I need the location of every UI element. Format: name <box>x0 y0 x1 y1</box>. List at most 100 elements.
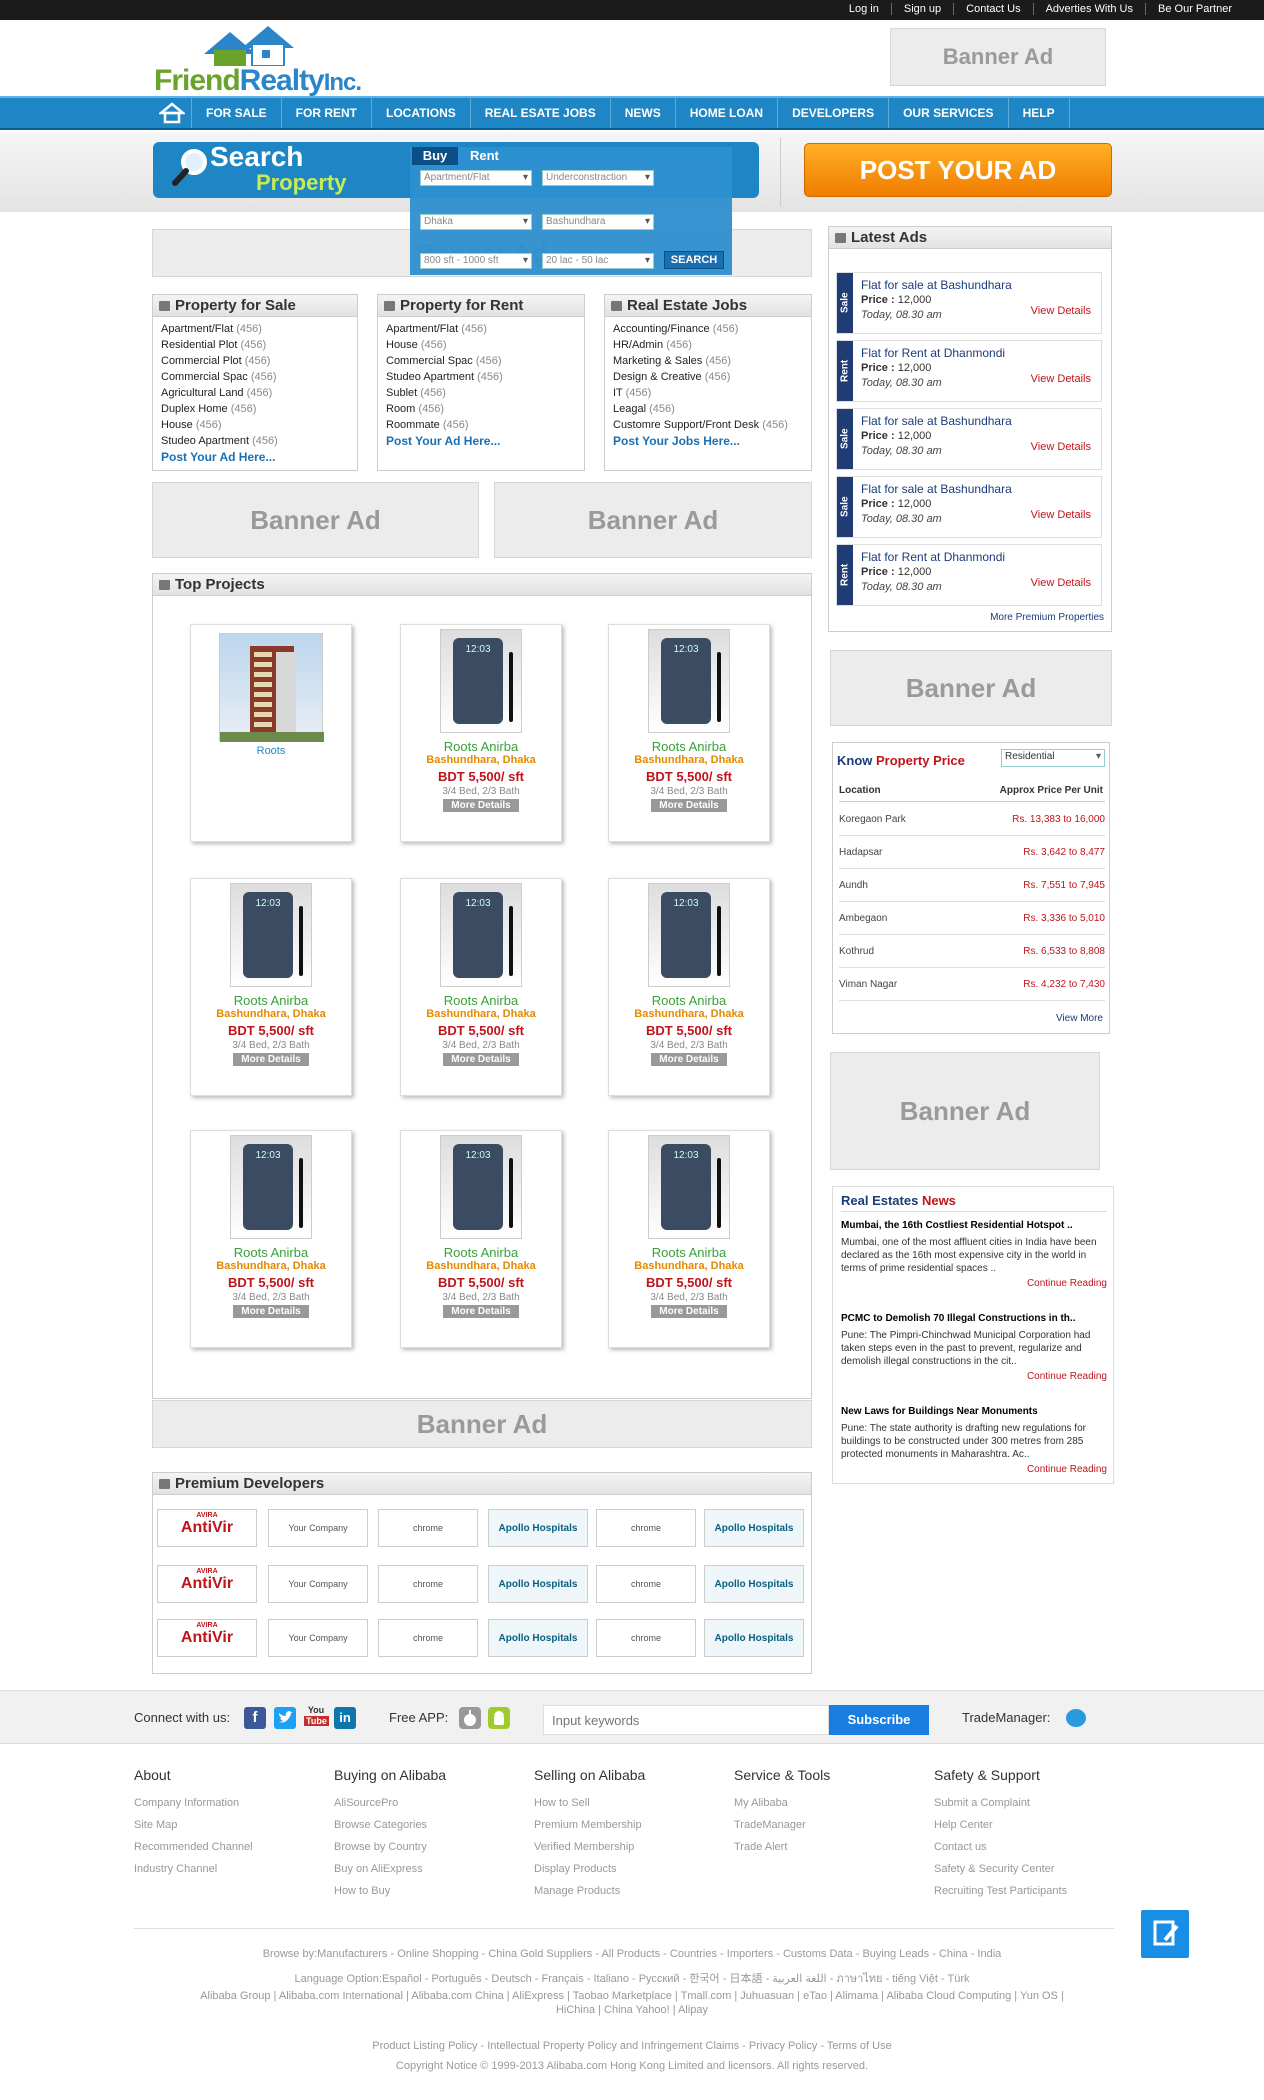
view-details-link[interactable]: View Details <box>1031 441 1091 453</box>
project-card[interactable]: 12:03 Roots Anirba Bashundhara, Dhaka BDT 5… <box>608 878 770 1096</box>
your-company-logo[interactable]: Your Company <box>268 1565 368 1603</box>
more-details-button[interactable]: More Details <box>651 1053 727 1066</box>
your-company-logo[interactable]: Your Company <box>268 1509 368 1547</box>
jobs-category-name[interactable]: IT <box>613 387 623 399</box>
header-banner-ad[interactable]: Banner Ad <box>890 28 1106 86</box>
jobs-category-name[interactable]: HR/Admin <box>613 339 663 351</box>
phone-image[interactable]: 12:03 <box>648 629 730 733</box>
rent-category-name[interactable]: Room <box>386 403 415 415</box>
project-card[interactable]: 12:03 Roots Anirba Bashundhara, Dhaka BDT 5… <box>190 1130 352 1348</box>
antivir-logo[interactable]: AVIRA AntiVir <box>157 1509 257 1547</box>
nav-help[interactable]: HELP <box>1009 98 1070 128</box>
footer-link[interactable]: Browse Categories <box>334 1814 446 1836</box>
post-your-ad-button[interactable]: POST YOUR AD <box>804 143 1112 197</box>
status-select[interactable]: Underconstraction <box>542 170 654 186</box>
project-name[interactable]: Roots Anirba <box>401 739 561 754</box>
sale-category-name[interactable]: Agricultural Land <box>161 387 244 399</box>
footer-link[interactable]: Manage Products <box>534 1880 645 1902</box>
nav-news[interactable]: NEWS <box>611 98 676 128</box>
project-name[interactable]: Roots Anirba <box>191 1245 351 1260</box>
footer-link[interactable]: Browse by Country <box>334 1836 446 1858</box>
group-links-2[interactable]: HiChina | China Yahoo! | Alipay <box>0 2004 1264 2016</box>
browse-links[interactable]: Browse by:Manufacturers - Online Shoppin… <box>0 1948 1264 1960</box>
sale-category-item[interactable]: Apartment/Flat (456) <box>161 321 349 337</box>
footer-link[interactable]: Trade Alert <box>734 1836 830 1858</box>
jobs-category-item[interactable]: Accounting/Finance (456) <box>613 321 803 337</box>
apollo-hospitals-logo[interactable]: Apollo Hospitals <box>488 1619 588 1657</box>
project-name[interactable]: Roots Anirba <box>401 993 561 1008</box>
chrome-logo[interactable]: chrome <box>596 1619 696 1657</box>
footer-link[interactable]: Verified Membership <box>534 1836 645 1858</box>
sale-post-link[interactable]: Post Your Ad Here... <box>161 449 349 465</box>
site-logo[interactable]: FriendRealtyInc. <box>152 26 382 97</box>
login-link[interactable]: Log in <box>837 3 891 15</box>
nav-locations[interactable]: LOCATIONS <box>372 98 471 128</box>
facebook-icon[interactable]: f <box>244 1707 266 1729</box>
apple-icon[interactable] <box>459 1707 481 1729</box>
bottom-banner-ad[interactable]: Banner Ad <box>152 1400 812 1448</box>
jobs-category-item[interactable]: Design & Creative (456) <box>613 369 803 385</box>
footer-link[interactable]: How to Buy <box>334 1880 446 1902</box>
nav-for-rent[interactable]: FOR RENT <box>282 98 373 128</box>
sale-category-item[interactable]: Commercial Plot (456) <box>161 353 349 369</box>
sale-category-name[interactable]: Duplex Home <box>161 403 228 415</box>
rent-post-link[interactable]: Post Your Ad Here... <box>386 433 576 449</box>
apollo-hospitals-logo[interactable]: Apollo Hospitals <box>488 1509 588 1547</box>
latest-ad-item[interactable]: Sale Flat for sale at Bashundhara Price : … <box>836 272 1102 334</box>
group-links-1[interactable]: Alibaba Group | Alibaba.com Internationa… <box>0 1990 1264 2002</box>
rent-category-name[interactable]: Commercial Spac <box>386 355 473 367</box>
more-details-button[interactable]: More Details <box>443 1053 519 1066</box>
size-select[interactable]: 800 sft - 1000 sft <box>420 253 532 269</box>
search-button[interactable]: SEARCH <box>664 251 724 269</box>
phone-image[interactable]: 12:03 <box>440 629 522 733</box>
jobs-category-item[interactable]: Customre Support/Front Desk (456) <box>613 417 803 433</box>
budget-select[interactable]: 20 lac - 50 lac <box>542 253 654 269</box>
nav-home-loan[interactable]: HOME LOAN <box>676 98 779 128</box>
jobs-category-item[interactable]: HR/Admin (456) <box>613 337 803 353</box>
footer-link[interactable]: Recruiting Test Participants <box>934 1880 1067 1902</box>
chrome-logo[interactable]: chrome <box>596 1509 696 1547</box>
rent-category-name[interactable]: House <box>386 339 418 351</box>
price-location[interactable]: Hadapsar <box>839 847 882 858</box>
jobs-post-link[interactable]: Post Your Jobs Here... <box>613 433 803 449</box>
apollo-hospitals-logo[interactable]: Apollo Hospitals <box>704 1619 804 1657</box>
language-options[interactable]: Language Option:Español - Português - De… <box>0 1969 1264 1987</box>
continue-reading-link[interactable]: Continue Reading <box>841 1370 1107 1383</box>
ad-title[interactable]: Flat for sale at Bashundhara <box>861 482 1012 496</box>
side-banner-ad-2[interactable]: Banner Ad <box>830 1052 1100 1170</box>
side-banner-ad-1[interactable]: Banner Ad <box>830 650 1112 726</box>
view-details-link[interactable]: View Details <box>1031 577 1091 589</box>
sale-category-name[interactable]: Commercial Spac <box>161 371 248 383</box>
sale-category-name[interactable]: Commercial Plot <box>161 355 242 367</box>
news-headline[interactable]: New Laws for Buildings Near Monuments <box>841 1405 1107 1418</box>
sale-category-name[interactable]: Studeo Apartment <box>161 435 249 447</box>
sale-category-item[interactable]: Commercial Spac (456) <box>161 369 349 385</box>
footer-link[interactable]: Site Map <box>134 1814 253 1836</box>
rent-category-name[interactable]: Studeo Apartment <box>386 371 474 383</box>
property-type-dropdown[interactable]: Residential <box>1001 749 1105 767</box>
view-details-link[interactable]: View Details <box>1031 373 1091 385</box>
project-name[interactable]: Roots Anirba <box>191 993 351 1008</box>
sale-category-name[interactable]: Apartment/Flat <box>161 323 233 335</box>
nav-for-sale[interactable]: FOR SALE <box>192 98 282 128</box>
news-headline[interactable]: Mumbai, the 16th Costliest Residential H… <box>841 1219 1107 1232</box>
twitter-icon[interactable] <box>274 1707 296 1729</box>
footer-link[interactable]: TradeManager <box>734 1814 830 1836</box>
rent-category-name[interactable]: Sublet <box>386 387 417 399</box>
rent-category-name[interactable]: Roommate <box>386 419 440 431</box>
advertise-link[interactable]: Adverties With Us <box>1032 3 1145 15</box>
rent-category-item[interactable]: Room (456) <box>386 401 576 417</box>
rent-category-name[interactable]: Apartment/Flat <box>386 323 458 335</box>
chrome-logo[interactable]: chrome <box>378 1619 478 1657</box>
latest-ad-item[interactable]: Sale Flat for sale at Bashundhara Price : … <box>836 476 1102 538</box>
footer-link[interactable]: Company Information <box>134 1792 253 1814</box>
project-name[interactable]: Roots Anirba <box>609 739 769 754</box>
jobs-category-name[interactable]: Design & Creative <box>613 371 702 383</box>
more-premium-link[interactable]: More Premium Properties <box>990 612 1104 623</box>
footer-link[interactable]: Recommended Channel <box>134 1836 253 1858</box>
footer-link[interactable]: AliSourcePro <box>334 1792 446 1814</box>
project-card[interactable]: 12:03 Roots Anirba Bashundhara, Dhaka BDT 5… <box>400 624 562 842</box>
footer-link[interactable]: Premium Membership <box>534 1814 645 1836</box>
tab-rent[interactable]: Rent <box>470 147 499 165</box>
price-location[interactable]: Aundh <box>839 880 868 891</box>
